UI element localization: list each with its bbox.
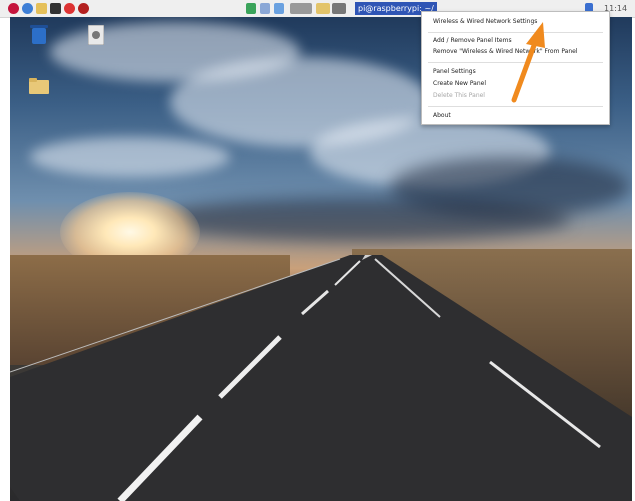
annotation-arrow (511, 22, 545, 103)
